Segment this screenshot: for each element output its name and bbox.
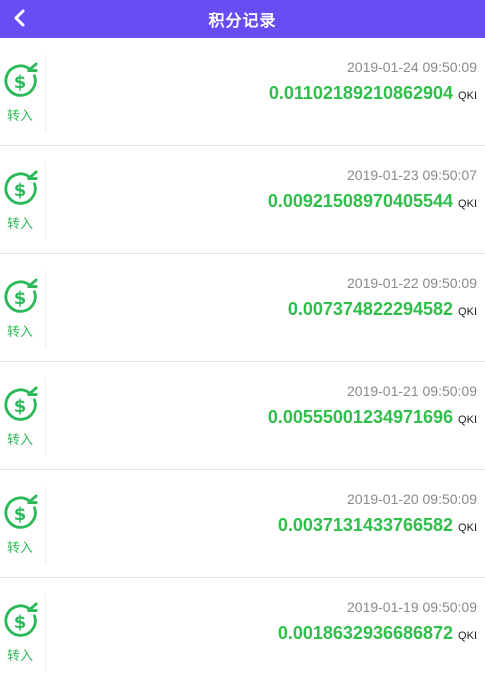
svg-text:$: $ xyxy=(14,504,27,525)
record-time: 2019-01-21 09:50:09 xyxy=(347,383,477,399)
svg-text:$: $ xyxy=(14,72,27,93)
record-type-label: 转入 xyxy=(6,432,33,447)
record-time: 2019-01-19 09:50:09 xyxy=(347,599,477,615)
record-type-column: $ 转入 xyxy=(0,162,46,240)
svg-text:$: $ xyxy=(14,396,27,417)
record-amount: 0.0037131433766582 xyxy=(277,515,454,535)
dollar-transfer-in-icon: $ xyxy=(4,494,38,529)
record-type-label: 转入 xyxy=(6,648,33,663)
record-item[interactable]: $ 转入 2019-01-22 09:50:09 0.0073748222945… xyxy=(0,254,485,362)
record-amount-row: 0.00921508970405544 QKI xyxy=(268,191,477,212)
record-item[interactable]: $ 转入 2019-01-23 09:50:07 0.0092150897040… xyxy=(0,146,485,254)
back-button[interactable] xyxy=(6,5,32,31)
record-unit: QKI xyxy=(458,630,477,642)
record-amount-row: 0.0018632936686872 QKI xyxy=(278,623,477,644)
dollar-transfer-in-icon: $ xyxy=(4,170,38,205)
record-list: $ 转入 2019-01-24 09:50:09 0.0110218921086… xyxy=(0,38,485,685)
record-type-column: $ 转入 xyxy=(0,378,46,456)
record-unit: QKI xyxy=(458,198,477,210)
record-type-column: $ 转入 xyxy=(0,54,46,132)
dollar-transfer-in-icon: $ xyxy=(4,602,38,637)
page-title: 积分记录 xyxy=(208,13,277,30)
record-item[interactable]: $ 转入 2019-01-19 09:50:09 0.0018632936686… xyxy=(0,578,485,685)
record-unit: QKI xyxy=(458,306,477,318)
record-time: 2019-01-22 09:50:09 xyxy=(347,275,477,291)
record-amount: 0.00921508970405544 xyxy=(267,191,454,211)
record-amount: 0.00555001234971696 xyxy=(267,407,454,427)
svg-text:$: $ xyxy=(14,180,27,201)
record-type-label: 转入 xyxy=(6,216,33,231)
record-item[interactable]: $ 转入 2019-01-20 09:50:09 0.0037131433766… xyxy=(0,470,485,578)
record-type-column: $ 转入 xyxy=(0,270,46,348)
record-type-label: 转入 xyxy=(6,324,33,339)
record-amount: 0.007374822294582 xyxy=(287,299,454,319)
dollar-transfer-in-icon: $ xyxy=(4,386,38,421)
record-type-label: 转入 xyxy=(6,540,33,555)
record-type-column: $ 转入 xyxy=(0,594,46,672)
record-item[interactable]: $ 转入 2019-01-24 09:50:09 0.0110218921086… xyxy=(0,38,485,146)
svg-text:$: $ xyxy=(14,288,27,309)
chevron-left-icon xyxy=(14,9,25,27)
record-type-label: 转入 xyxy=(6,108,33,123)
dollar-transfer-in-icon: $ xyxy=(4,278,38,313)
record-type-column: $ 转入 xyxy=(0,486,46,564)
record-amount-row: 0.007374822294582 QKI xyxy=(288,299,477,320)
record-amount: 0.0018632936686872 xyxy=(277,623,454,643)
record-amount: 0.01102189210862904 xyxy=(268,83,454,103)
record-time: 2019-01-20 09:50:09 xyxy=(347,491,477,507)
record-unit: QKI xyxy=(458,522,477,534)
dollar-transfer-in-icon: $ xyxy=(4,62,38,97)
record-amount-row: 0.00555001234971696 QKI xyxy=(268,407,477,428)
record-time: 2019-01-24 09:50:09 xyxy=(347,59,477,75)
svg-text:$: $ xyxy=(14,612,27,633)
record-amount-row: 0.0037131433766582 QKI xyxy=(278,515,477,536)
record-unit: QKI xyxy=(458,414,477,426)
record-amount-row: 0.01102189210862904 QKI xyxy=(269,83,477,104)
record-time: 2019-01-23 09:50:07 xyxy=(347,167,477,183)
header-bar: 积分记录 xyxy=(0,0,485,38)
record-unit: QKI xyxy=(458,90,477,102)
record-item[interactable]: $ 转入 2019-01-21 09:50:09 0.0055500123497… xyxy=(0,362,485,470)
